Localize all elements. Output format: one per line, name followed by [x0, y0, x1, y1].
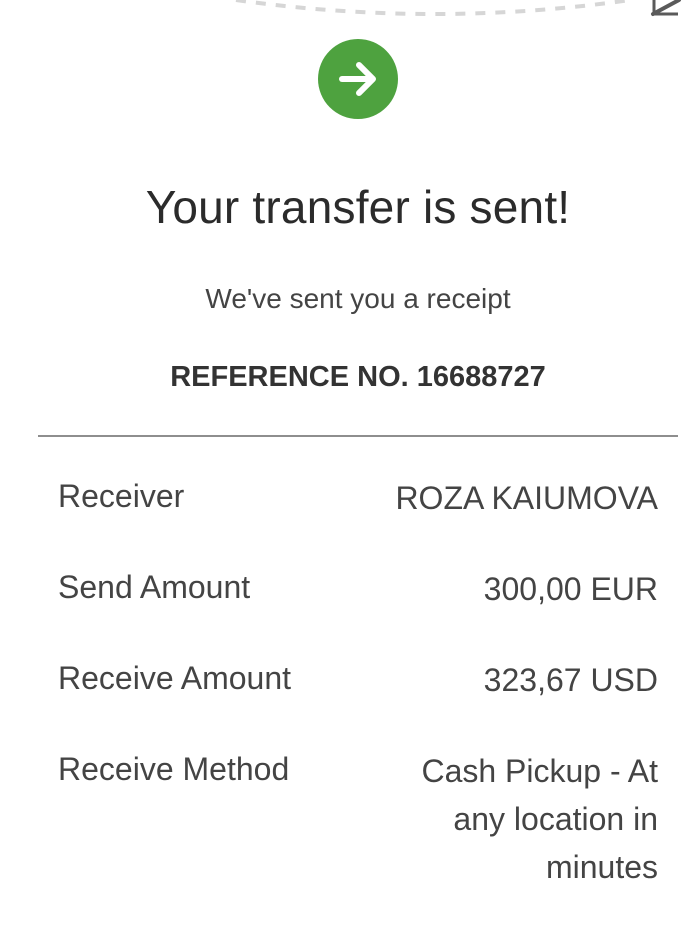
- detail-row-receive-method: Receive Method Cash Pickup - At any loca…: [58, 747, 658, 891]
- receipt-message: We've sent you a receipt: [205, 283, 511, 314]
- details-divider: [38, 435, 678, 437]
- detail-row-send-amount: Send Amount 300,00 EUR: [58, 565, 658, 613]
- receiver-value: ROZA KAIUMOVA: [395, 480, 658, 516]
- receive-method-label: Receive Method: [58, 751, 290, 787]
- receive-method-value: Cash Pickup - At any location in minutes: [421, 753, 658, 885]
- receive-amount-value: 323,67 USD: [483, 662, 658, 698]
- arrow-right-icon: [339, 62, 376, 96]
- transfer-sent-title: Your transfer is sent!: [145, 181, 571, 233]
- receive-amount-label: Receive Amount: [58, 660, 292, 696]
- detail-row-receive-amount: Receive Amount 323,67 USD: [58, 656, 658, 704]
- top-decoration: [0, 0, 698, 30]
- success-status-icon: [318, 39, 398, 119]
- receiver-label: Receiver: [58, 478, 185, 514]
- detail-row-receiver: Receiver ROZA KAIUMOVA: [58, 474, 658, 522]
- send-amount-label: Send Amount: [58, 569, 251, 605]
- transfer-details: Receiver ROZA KAIUMOVA Send Amount 300,0…: [58, 474, 658, 934]
- reference-number: REFERENCE NO. 16688727: [170, 361, 546, 393]
- send-amount-value: 300,00 EUR: [483, 571, 658, 607]
